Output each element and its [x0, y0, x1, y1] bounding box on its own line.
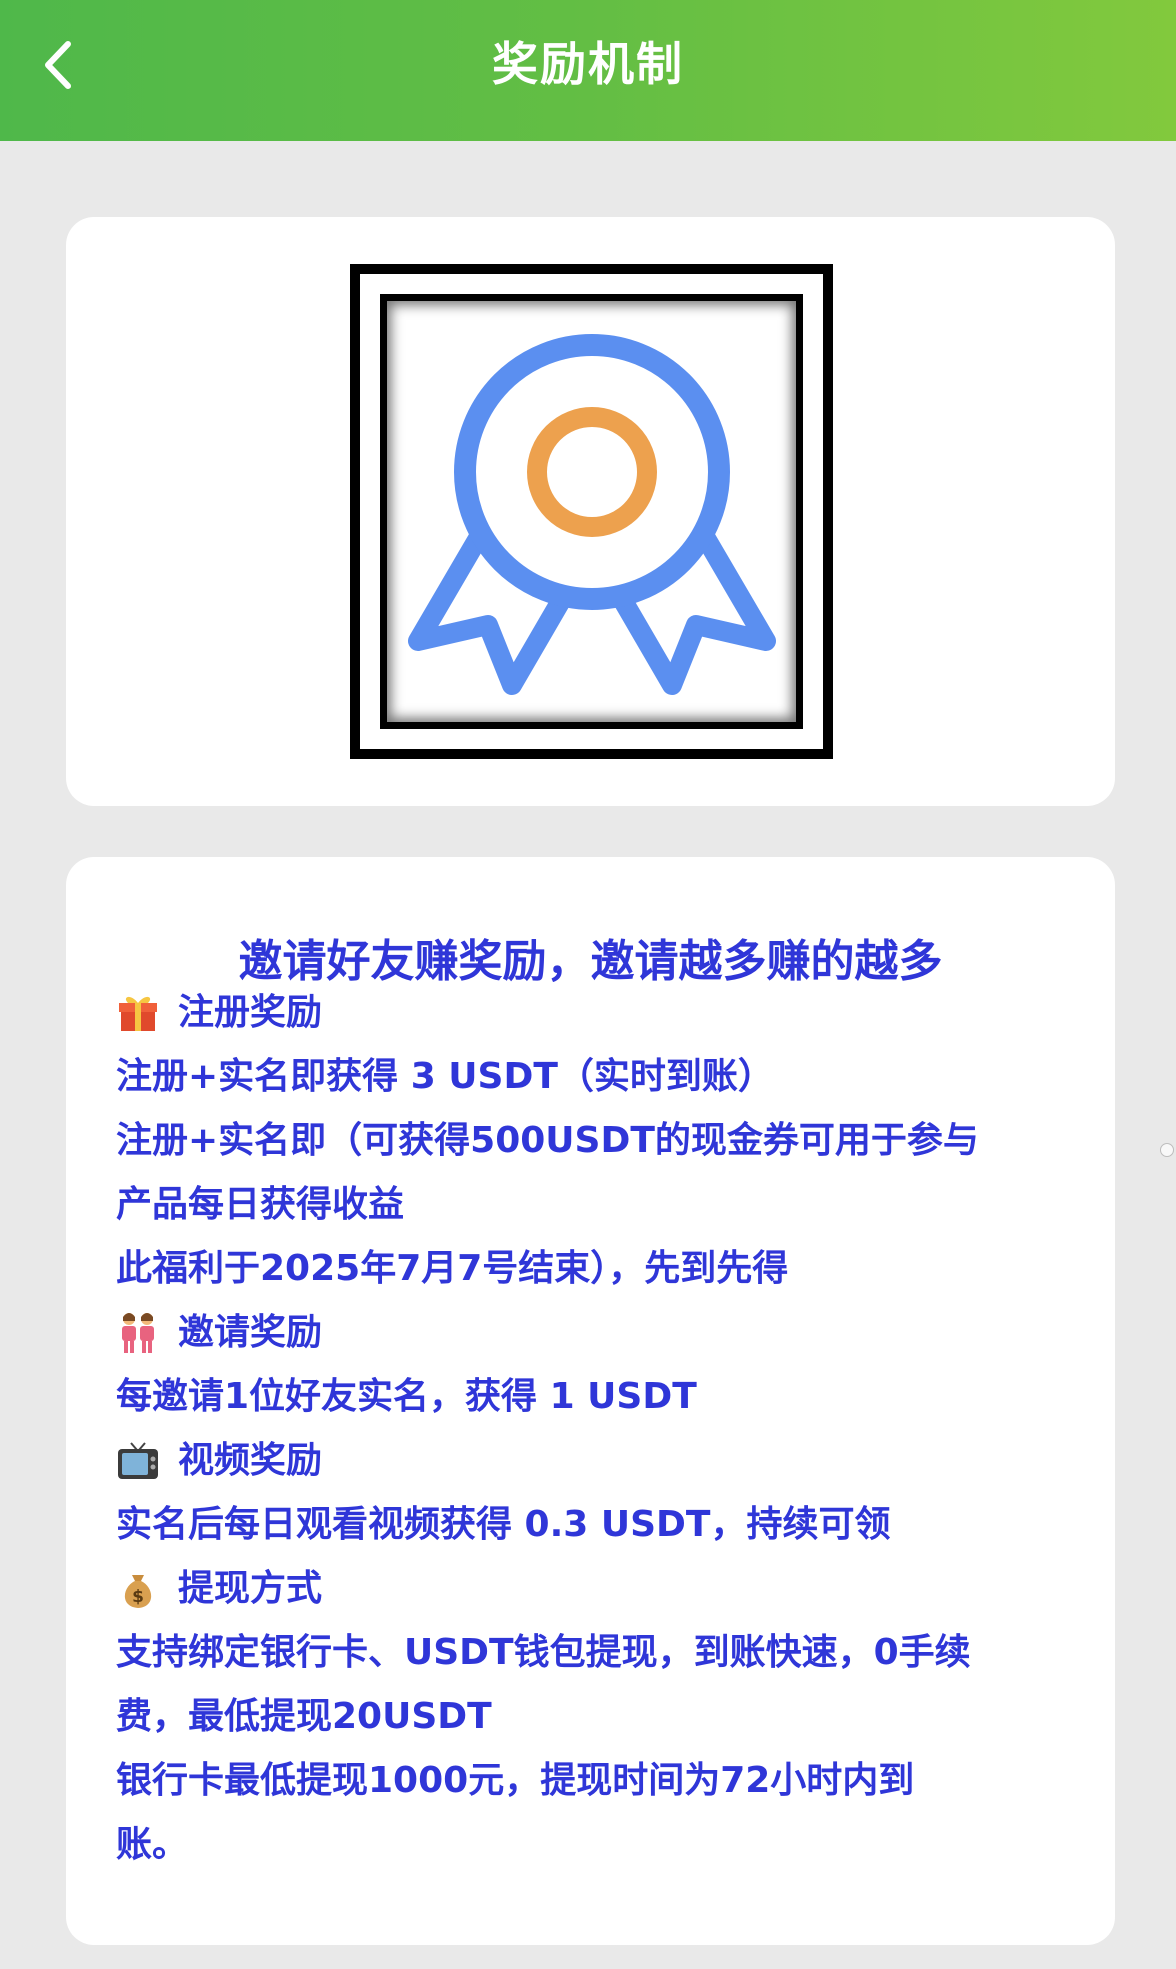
info-title: 邀请好友赚奖励，邀请越多赚的越多 [238, 936, 943, 987]
withdraw-line: 支持绑定银行卡、USDT钱包提现，到账快速，0手续 [116, 1632, 971, 1673]
withdraw-line: 费，最低提现20USDT [116, 1696, 492, 1737]
tv-icon [116, 1439, 160, 1483]
invite-heading-text: 邀请奖励 [178, 1312, 323, 1353]
scroll-indicator[interactable] [1160, 1143, 1174, 1157]
reward-info-card: 邀请好友赚奖励，邀请越多赚的越多 注册奖励 注册+实名即获得 3 USDT（实时… [66, 857, 1115, 1945]
video-line: 实名后每日观看视频获得 0.3 USDT，持续可领 [116, 1504, 891, 1545]
withdraw-line: 银行卡最低提现1000元，提现时间为72小时内到 [116, 1760, 915, 1801]
register-line: 产品每日获得收益 [116, 1184, 405, 1225]
register-line: 注册+实名即（可获得500USDT的现金券可用于参与 [116, 1120, 979, 1161]
svg-text:$: $ [132, 1587, 144, 1607]
withdraw-line: 账。 [116, 1824, 189, 1865]
register-reward-heading: 注册奖励 [116, 981, 1076, 1045]
badge-image-frame [350, 264, 833, 759]
two-people-icon [116, 1311, 160, 1355]
top-nav-bar: 奖励机制 [0, 0, 1176, 141]
invite-line: 每邀请1位好友实名，获得 1 USDT [116, 1376, 697, 1417]
invite-reward-heading: 邀请奖励 [116, 1301, 1076, 1365]
register-heading-text: 注册奖励 [178, 992, 323, 1033]
info-body: 注册奖励 注册+实名即获得 3 USDT（实时到账） 注册+实名即（可获得500… [116, 981, 1076, 1877]
gift-icon [116, 991, 160, 1035]
money-bag-icon: $ [116, 1567, 160, 1611]
register-line: 注册+实名即获得 3 USDT（实时到账） [116, 1056, 774, 1097]
award-ribbon-icon [407, 333, 776, 695]
register-line: 此福利于2025年7月7号结束），先到先得 [116, 1248, 789, 1289]
withdraw-heading-text: 提现方式 [178, 1568, 323, 1609]
video-reward-heading: 视频奖励 [116, 1429, 1076, 1493]
video-heading-text: 视频奖励 [178, 1440, 323, 1481]
badge-card [66, 217, 1115, 806]
page-title: 奖励机制 [492, 37, 684, 91]
withdraw-heading: $ 提现方式 [116, 1557, 1076, 1621]
